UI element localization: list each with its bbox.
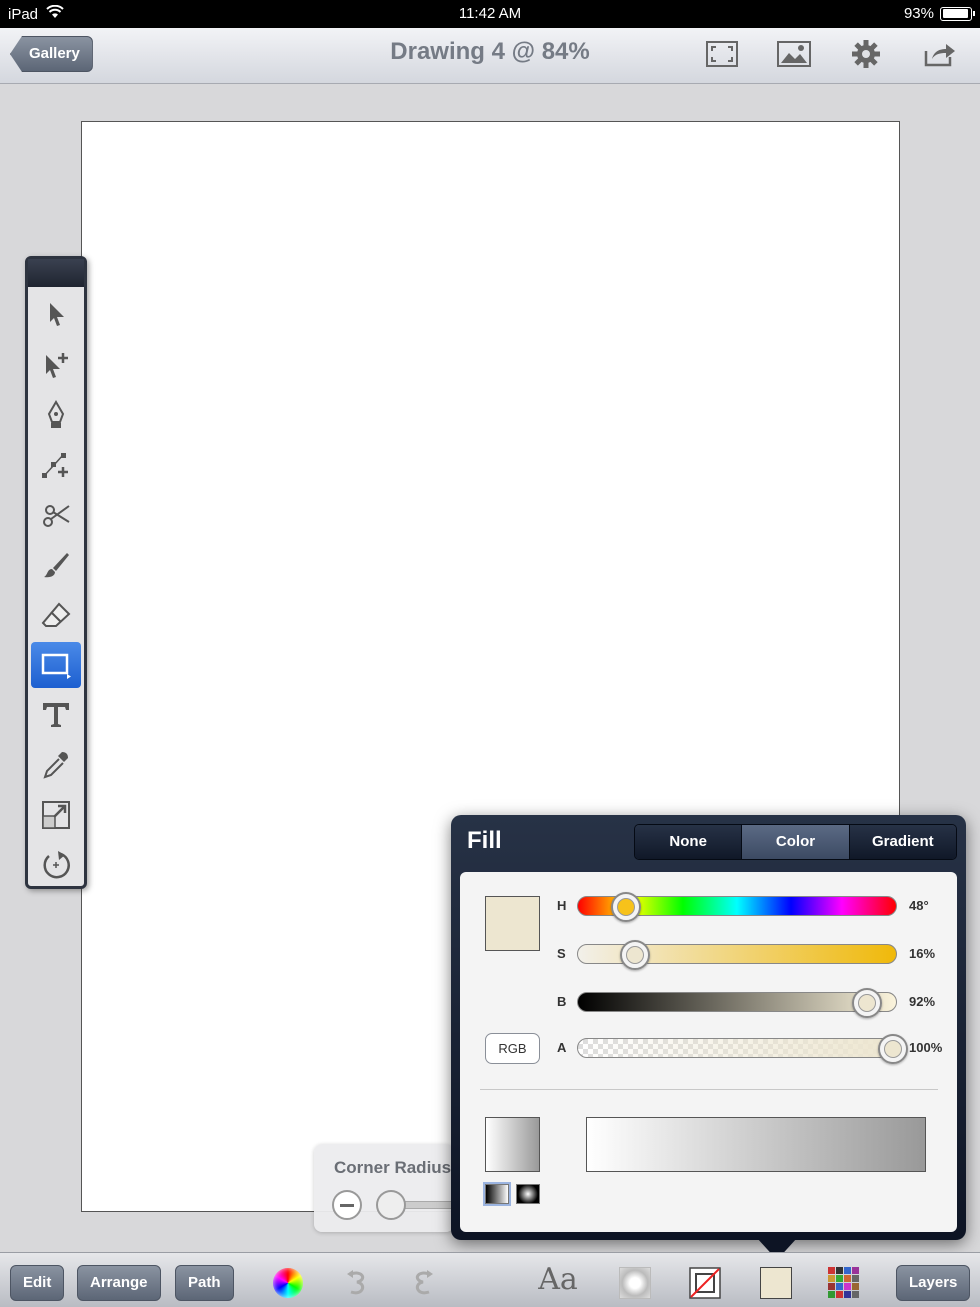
- share-icon[interactable]: [922, 38, 958, 70]
- status-bar: iPad 11:42 AM 93%: [0, 0, 980, 28]
- rotate-icon[interactable]: [31, 842, 81, 888]
- saturation-track[interactable]: [577, 940, 897, 970]
- color-wheel-icon[interactable]: [270, 1265, 306, 1301]
- document-title: Drawing 4 @ 84%: [390, 38, 590, 65]
- swatches-grid-icon[interactable]: [826, 1265, 862, 1301]
- fill-color-body: RGB H 48° S 16% B 92% A 100%: [460, 872, 957, 1232]
- add-anchor-icon[interactable]: [31, 442, 81, 488]
- shadow-effect-icon[interactable]: [617, 1265, 653, 1301]
- tab-color[interactable]: Color: [741, 825, 849, 859]
- battery-percent: 93%: [903, 5, 934, 22]
- gradient-swatch[interactable]: [485, 1117, 540, 1172]
- section-divider: [480, 1089, 938, 1090]
- hue-value: 48°: [909, 898, 929, 913]
- saturation-thumb[interactable]: [620, 940, 651, 970]
- linear-gradient-icon[interactable]: [485, 1184, 509, 1204]
- arrange-button[interactable]: Arrange: [77, 1265, 161, 1301]
- gear-icon[interactable]: [848, 38, 884, 70]
- radial-gradient-icon[interactable]: [516, 1184, 540, 1204]
- layers-button[interactable]: Layers: [896, 1265, 971, 1301]
- hue-slider: H 48°: [557, 892, 957, 922]
- tool-palette: [25, 256, 87, 889]
- select-arrow-icon[interactable]: [31, 292, 81, 338]
- alpha-slider: A 100%: [557, 1034, 957, 1064]
- redo-icon[interactable]: [404, 1265, 440, 1301]
- alpha-track[interactable]: [577, 1034, 908, 1064]
- corner-radius-slider-thumb[interactable]: [376, 1190, 406, 1220]
- eraser-icon[interactable]: [31, 592, 81, 638]
- saturation-slider: S 16%: [557, 940, 957, 970]
- brightness-track[interactable]: [577, 988, 897, 1018]
- tab-gradient[interactable]: Gradient: [848, 825, 956, 859]
- hue-thumb[interactable]: [610, 892, 641, 922]
- bottom-toolbar: Edit Arrange Path Aa Layers: [0, 1252, 980, 1307]
- undo-icon[interactable]: [340, 1265, 376, 1301]
- fullscreen-icon[interactable]: [704, 38, 740, 70]
- saturation-label: S: [557, 946, 566, 961]
- saturation-value: 16%: [909, 946, 936, 961]
- tab-none[interactable]: None: [635, 825, 742, 859]
- rgb-mode-button[interactable]: RGB: [485, 1033, 540, 1064]
- status-time: 11:42 AM: [458, 5, 522, 22]
- alpha-label: A: [557, 1040, 567, 1055]
- brightness-thumb[interactable]: [852, 988, 883, 1018]
- fill-color-swatch[interactable]: [758, 1265, 794, 1301]
- current-color-swatch[interactable]: [485, 896, 540, 951]
- edit-button[interactable]: Edit: [10, 1265, 65, 1301]
- corner-radius-decrease-button[interactable]: [332, 1190, 362, 1220]
- scissors-icon[interactable]: [31, 492, 81, 538]
- rectangle-shape-icon[interactable]: [31, 642, 81, 688]
- palette-drag-handle[interactable]: [28, 259, 84, 287]
- fill-mode-segmented-control: None Color Gradient: [634, 824, 957, 860]
- brightness-value: 92%: [909, 994, 936, 1009]
- hue-label: H: [557, 898, 567, 913]
- brightness-slider: B 92%: [557, 988, 957, 1018]
- battery-icon: [940, 6, 975, 21]
- path-button[interactable]: Path: [175, 1265, 234, 1301]
- brightness-label: B: [557, 994, 567, 1009]
- alpha-thumb[interactable]: [877, 1034, 908, 1064]
- corner-radius-panel: Corner Radius: [314, 1144, 454, 1232]
- font-icon[interactable]: Aa: [530, 1261, 586, 1297]
- image-icon[interactable]: [776, 38, 812, 70]
- alpha-value: 100%: [909, 1040, 943, 1055]
- corner-radius-label: Corner Radius: [334, 1158, 452, 1177]
- scale-icon[interactable]: [31, 792, 81, 838]
- brush-icon[interactable]: [31, 542, 81, 588]
- hue-track[interactable]: [577, 892, 897, 922]
- fill-popover: Fill None Color Gradient RGB H 48° S 16%…: [451, 815, 966, 1240]
- stroke-icon[interactable]: [687, 1265, 723, 1301]
- gradient-preview-bar[interactable]: [586, 1117, 926, 1172]
- subselect-arrow-icon[interactable]: [31, 342, 81, 388]
- fill-title: Fill: [467, 827, 502, 854]
- eyedropper-icon[interactable]: [31, 742, 81, 788]
- pen-nib-icon[interactable]: [31, 392, 81, 438]
- navigation-bar: Gallery Drawing 4 @ 84%: [0, 28, 980, 84]
- text-tool-icon[interactable]: [31, 692, 81, 738]
